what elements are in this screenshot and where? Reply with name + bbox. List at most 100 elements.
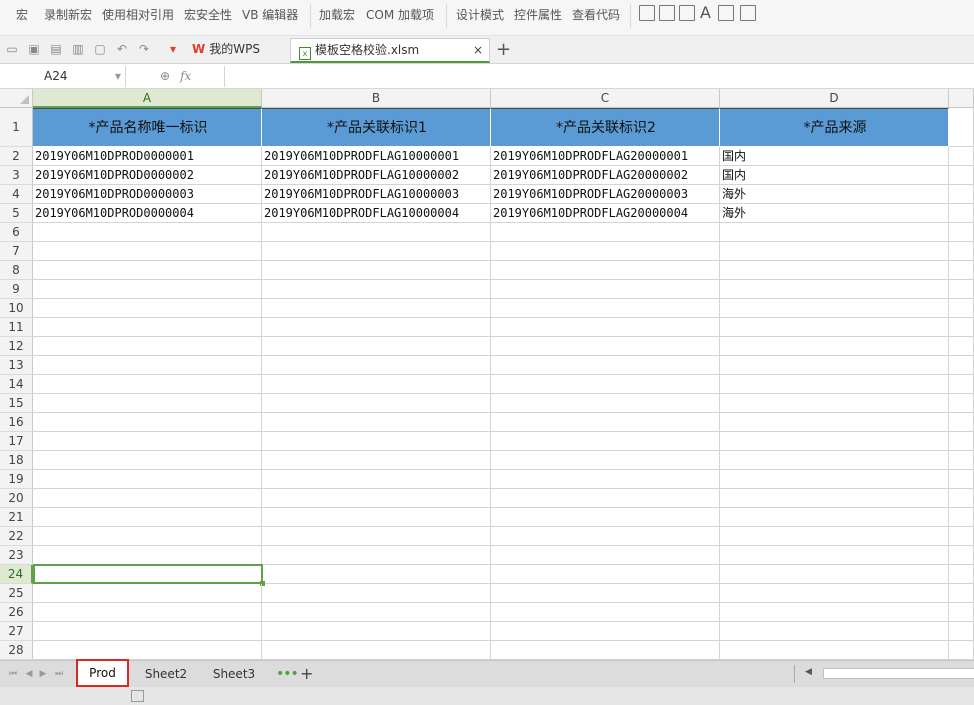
chevron-down-icon[interactable]: ▼ <box>115 66 121 87</box>
empty-cell[interactable] <box>949 242 974 261</box>
empty-cell[interactable] <box>262 584 491 603</box>
empty-cell[interactable] <box>262 622 491 641</box>
empty-cell[interactable] <box>491 318 720 337</box>
row-header[interactable]: 2 <box>0 147 33 166</box>
empty-cell[interactable] <box>720 394 949 413</box>
header-cell[interactable]: *产品名称唯一标识 <box>33 108 262 147</box>
empty-cell[interactable] <box>949 261 974 280</box>
empty-cell[interactable] <box>491 223 720 242</box>
data-cell[interactable]: 2019Y06M10DPROD0000004 <box>33 204 262 223</box>
empty-cell[interactable] <box>949 356 974 375</box>
ribbon-vb-editor[interactable]: VB 编辑器 <box>242 6 298 23</box>
ribbon-record-macro[interactable]: 录制新宏 <box>44 6 92 23</box>
formula-input[interactable] <box>224 66 974 87</box>
empty-cell[interactable] <box>33 242 262 261</box>
row-header[interactable]: 15 <box>0 394 33 413</box>
empty-cell[interactable] <box>720 318 949 337</box>
empty-cell[interactable] <box>720 299 949 318</box>
row-header[interactable]: 27 <box>0 622 33 641</box>
data-cell[interactable]: 2019Y06M10DPROD0000001 <box>33 147 262 166</box>
empty-cell[interactable] <box>491 280 720 299</box>
picture-control-icon[interactable] <box>740 5 756 21</box>
header-cell[interactable]: *产品关联标识2 <box>491 108 720 147</box>
empty-cell[interactable] <box>262 527 491 546</box>
add-sheet-button[interactable]: + <box>300 664 313 683</box>
ribbon-design-mode[interactable]: 设计模式 <box>456 6 504 23</box>
empty-cell[interactable] <box>262 242 491 261</box>
data-cell[interactable]: 国内 <box>720 166 949 185</box>
empty-cell[interactable] <box>491 451 720 470</box>
empty-cell[interactable] <box>949 413 974 432</box>
empty-cell[interactable] <box>33 318 262 337</box>
tab-workbook[interactable]: x 模板空格校验.xlsm × <box>290 38 490 63</box>
empty-cell[interactable] <box>262 299 491 318</box>
empty-cell[interactable] <box>491 603 720 622</box>
empty-cell[interactable] <box>491 584 720 603</box>
empty-cell[interactable] <box>949 546 974 565</box>
empty-cell[interactable] <box>491 394 720 413</box>
empty-cell[interactable] <box>33 470 262 489</box>
empty-cell[interactable] <box>949 432 974 451</box>
print-icon[interactable]: ▥ <box>71 43 85 56</box>
scrollbar-control-icon[interactable] <box>679 5 695 21</box>
empty-cell[interactable] <box>720 432 949 451</box>
empty-cell[interactable] <box>720 622 949 641</box>
data-cell[interactable]: 2019Y06M10DPRODFLAG10000004 <box>262 204 491 223</box>
scroll-left-icon[interactable]: ◀ <box>805 667 812 677</box>
prev-sheet-icon[interactable]: ◀ <box>24 668 34 680</box>
empty-cell[interactable] <box>720 527 949 546</box>
empty-cell[interactable] <box>949 508 974 527</box>
row-header[interactable]: 4 <box>0 185 33 204</box>
empty-cell[interactable] <box>33 413 262 432</box>
empty-cell[interactable] <box>720 280 949 299</box>
data-cell[interactable]: 海外 <box>720 185 949 204</box>
scrollbar-thumb[interactable] <box>823 668 974 679</box>
empty-cell[interactable] <box>33 223 262 242</box>
empty-cell[interactable] <box>491 565 720 584</box>
ribbon-macro[interactable]: 宏 <box>16 6 28 23</box>
close-tab-icon[interactable]: × <box>473 39 483 62</box>
spin-control-icon[interactable] <box>659 5 675 21</box>
empty-cell[interactable] <box>262 318 491 337</box>
empty-cell[interactable] <box>33 451 262 470</box>
image-control-icon[interactable] <box>718 5 734 21</box>
empty-cell[interactable] <box>949 337 974 356</box>
empty-cell[interactable] <box>949 489 974 508</box>
empty-cell[interactable] <box>262 337 491 356</box>
undo-icon[interactable]: ↶ <box>115 43 129 56</box>
column-header-e[interactable] <box>949 89 974 108</box>
empty-cell[interactable] <box>949 584 974 603</box>
empty-cell[interactable] <box>949 204 974 223</box>
empty-cell[interactable] <box>262 641 491 660</box>
empty-cell[interactable] <box>949 641 974 660</box>
empty-cell[interactable] <box>33 508 262 527</box>
empty-cell[interactable] <box>949 622 974 641</box>
empty-cell[interactable] <box>262 223 491 242</box>
row-header[interactable]: 20 <box>0 489 33 508</box>
data-cell[interactable]: 2019Y06M10DPRODFLAG20000002 <box>491 166 720 185</box>
sheet-tab-prod[interactable]: Prod <box>76 659 129 687</box>
select-all-corner[interactable] <box>0 89 33 108</box>
data-cell[interactable]: 2019Y06M10DPRODFLAG20000001 <box>491 147 720 166</box>
print-preview-icon[interactable]: ▢ <box>93 43 107 56</box>
empty-cell[interactable] <box>33 337 262 356</box>
data-cell[interactable]: 2019Y06M10DPRODFLAG10000003 <box>262 185 491 204</box>
header-cell[interactable]: *产品来源 <box>720 108 949 147</box>
new-tab-button[interactable]: + <box>496 39 511 60</box>
empty-cell[interactable] <box>491 546 720 565</box>
row-header[interactable]: 7 <box>0 242 33 261</box>
row-header[interactable]: 21 <box>0 508 33 527</box>
data-cell[interactable]: 2019Y06M10DPROD0000002 <box>33 166 262 185</box>
empty-cell[interactable] <box>491 337 720 356</box>
data-cell[interactable]: 国内 <box>720 147 949 166</box>
row-header[interactable]: 13 <box>0 356 33 375</box>
row-header[interactable]: 10 <box>0 299 33 318</box>
empty-cell[interactable] <box>949 185 974 204</box>
empty-cell[interactable] <box>33 622 262 641</box>
empty-cell[interactable] <box>949 565 974 584</box>
row-header[interactable]: 23 <box>0 546 33 565</box>
empty-cell[interactable] <box>262 546 491 565</box>
row-header[interactable]: 3 <box>0 166 33 185</box>
empty-cell[interactable] <box>949 299 974 318</box>
row-header[interactable]: 22 <box>0 527 33 546</box>
